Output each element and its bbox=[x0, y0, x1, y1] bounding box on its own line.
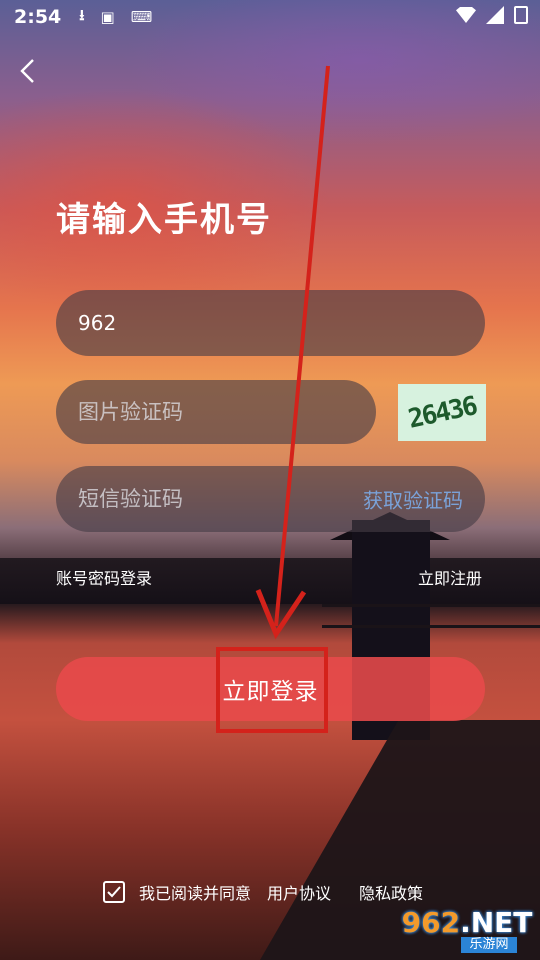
page-title: 请输入手机号 bbox=[56, 200, 272, 240]
user-agreement-link[interactable]: 用户协议 bbox=[267, 880, 331, 904]
captcha-image-text: 26436 bbox=[405, 390, 479, 435]
chevron-left-icon bbox=[20, 59, 34, 83]
captcha-field[interactable] bbox=[56, 380, 376, 444]
background-railing bbox=[322, 604, 540, 628]
annotation-highlight-box bbox=[216, 647, 328, 733]
agreement-row: 我已阅读并同意 用户协议 隐私政策 bbox=[103, 880, 451, 904]
privacy-policy-link[interactable]: 隐私政策 bbox=[359, 880, 423, 904]
watermark-logo-suffix: .NET bbox=[460, 906, 533, 939]
status-bar: 2:54 ⭳ ▣ ⌨ bbox=[0, 0, 540, 34]
password-login-link[interactable]: 账号密码登录 bbox=[56, 565, 152, 589]
watermark-subtitle: 乐游网 bbox=[461, 937, 517, 953]
phone-field[interactable] bbox=[56, 290, 485, 356]
battery-icon bbox=[514, 6, 528, 24]
status-time: 2:54 bbox=[14, 6, 62, 28]
status-right-icons bbox=[456, 6, 528, 24]
phone-input[interactable] bbox=[78, 311, 463, 335]
signal-icon bbox=[486, 6, 504, 24]
watermark-logo-num: 962 bbox=[401, 906, 461, 939]
a-keyboard-icon: ▣ bbox=[100, 8, 115, 26]
captcha-image[interactable]: 26436 bbox=[398, 384, 486, 441]
register-link[interactable]: 立即注册 bbox=[418, 565, 482, 589]
watermark-logo: 962.NET 乐游网 bbox=[398, 906, 536, 956]
checkmark-icon bbox=[107, 886, 121, 898]
get-sms-code-button[interactable]: 获取验证码 bbox=[363, 485, 463, 514]
wifi-icon bbox=[456, 7, 476, 23]
download-icon: ⭳ bbox=[79, 5, 85, 24]
back-button[interactable] bbox=[12, 56, 42, 86]
captcha-input[interactable] bbox=[78, 400, 354, 424]
agreement-text: 我已阅读并同意 bbox=[139, 884, 252, 903]
keyboard-icon: ⌨ bbox=[130, 8, 153, 26]
watermark-logo-text: 962.NET bbox=[402, 909, 533, 937]
sms-code-field[interactable]: 获取验证码 bbox=[56, 466, 485, 532]
agree-checkbox[interactable] bbox=[103, 881, 125, 903]
